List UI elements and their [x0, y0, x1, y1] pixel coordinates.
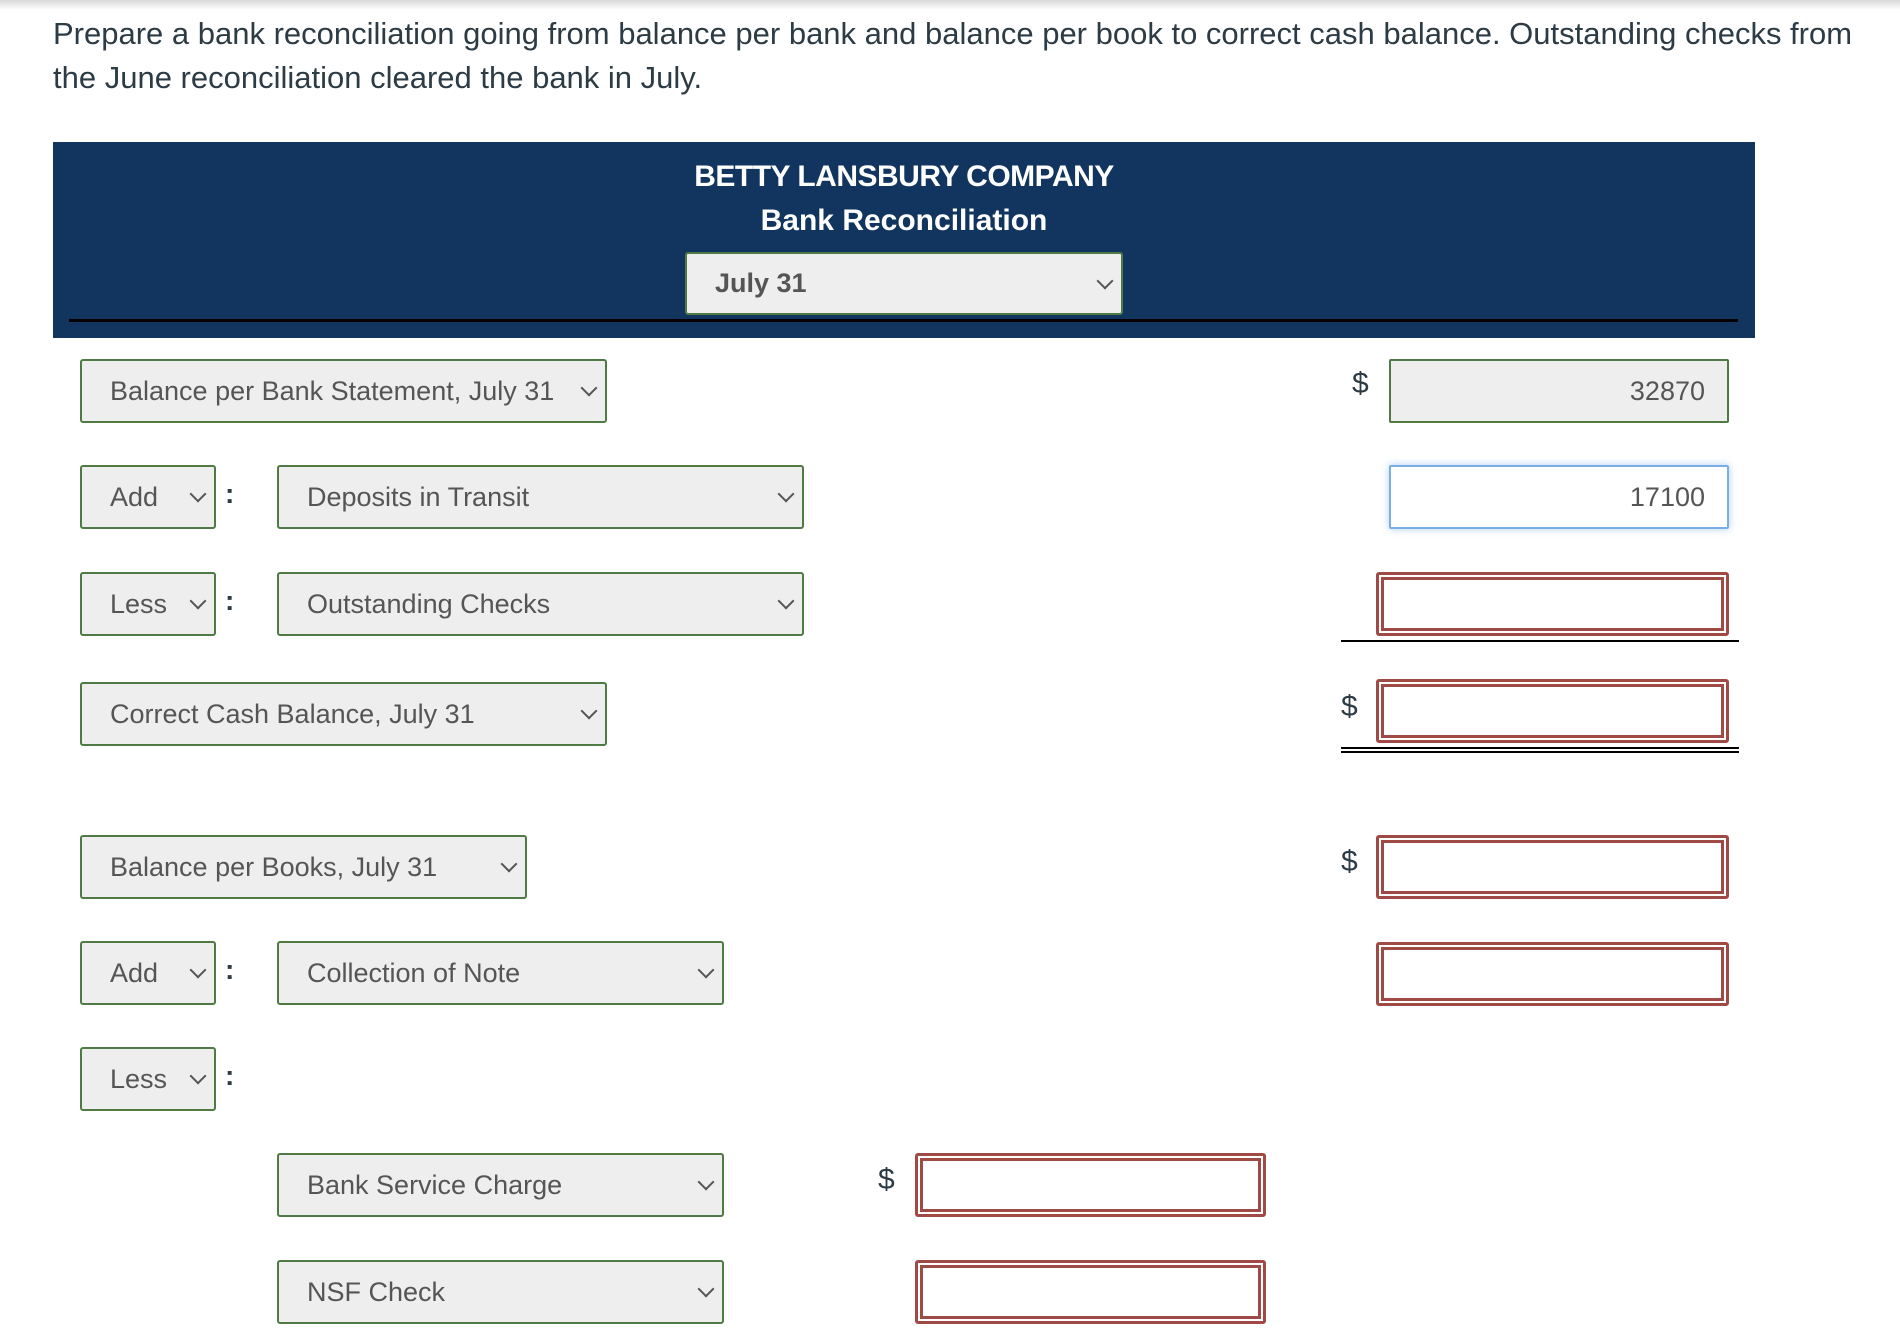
book-balance-label-select[interactable]: Balance per Books, July 31	[80, 835, 527, 899]
book-add-item: Collection of Note	[307, 957, 521, 988]
colon-separator: :	[225, 954, 235, 985]
chevron-down-icon	[189, 485, 207, 503]
bank-less-item: Outstanding Checks	[307, 588, 551, 619]
dollar-sign: $	[1352, 367, 1369, 400]
chevron-down-icon	[580, 702, 598, 720]
book-less-operator-select[interactable]: Less	[80, 1047, 216, 1111]
subtotal-underline	[1341, 640, 1739, 642]
book-less-item-label: NSF Check	[307, 1276, 446, 1307]
correct-cash-label: Correct Cash Balance, July 31	[110, 698, 475, 729]
bank-balance-label: Balance per Bank Statement, July 31	[110, 375, 555, 406]
chevron-down-icon	[189, 592, 207, 610]
book-add-amount-input[interactable]	[1376, 942, 1729, 1006]
company-name: BETTY LANSBURY COMPANY	[694, 160, 1114, 193]
bank-add-item-select[interactable]: Deposits in Transit	[277, 465, 804, 529]
dollar-sign: $	[878, 1163, 895, 1196]
bank-less-operator: Less	[110, 588, 168, 619]
dollar-sign: $	[1341, 845, 1358, 878]
book-less-amount-input[interactable]	[915, 1153, 1266, 1217]
bank-balance-label-select[interactable]: Balance per Bank Statement, July 31	[80, 359, 607, 423]
chevron-down-icon	[777, 592, 795, 610]
colon-separator: :	[225, 478, 235, 509]
book-add-item-select[interactable]: Collection of Note	[277, 941, 724, 1005]
chevron-down-icon	[189, 961, 207, 979]
bank-add-operator: Add	[110, 481, 159, 512]
chevron-down-icon	[189, 1067, 207, 1085]
bank-balance-value: 32870	[1629, 375, 1705, 406]
chevron-down-icon	[697, 961, 715, 979]
header-rule	[69, 319, 1738, 322]
book-less-item-select[interactable]: Bank Service Charge	[277, 1153, 724, 1217]
date-select-value: July 31	[715, 268, 807, 298]
book-less-amount-input[interactable]	[915, 1260, 1266, 1324]
date-select[interactable]: July 31	[685, 252, 1123, 315]
statement-title: Bank Reconciliation	[760, 204, 1048, 237]
chevron-down-icon	[697, 1173, 715, 1191]
chevron-down-icon	[697, 1280, 715, 1298]
bank-add-amount-input[interactable]: 17100	[1389, 465, 1729, 529]
book-balance-label: Balance per Books, July 31	[110, 851, 438, 882]
chevron-down-icon	[500, 855, 518, 873]
chevron-down-icon	[580, 379, 598, 397]
book-balance-input[interactable]	[1376, 835, 1729, 899]
bank-less-amount-input[interactable]	[1376, 572, 1729, 636]
book-add-operator: Add	[110, 957, 159, 988]
book-less-item-label: Bank Service Charge	[307, 1169, 563, 1200]
bank-correct-cash-input[interactable]	[1376, 679, 1729, 743]
colon-separator: :	[225, 1060, 235, 1091]
bank-add-item: Deposits in Transit	[307, 481, 530, 512]
reconciliation-header: BETTY LANSBURY COMPANY Bank Reconciliati…	[53, 142, 1755, 338]
chevron-down-icon	[777, 485, 795, 503]
bank-less-operator-select[interactable]: Less	[80, 572, 216, 636]
bank-less-item-select[interactable]: Outstanding Checks	[277, 572, 804, 636]
top-shadow	[0, 0, 1900, 10]
chevron-down-icon	[1096, 272, 1114, 289]
book-add-operator-select[interactable]: Add	[80, 941, 216, 1005]
book-less-operator: Less	[110, 1063, 168, 1094]
question-prompt: Prepare a bank reconciliation going from…	[53, 16, 1853, 95]
dollar-sign: $	[1341, 690, 1358, 723]
correct-cash-label-select[interactable]: Correct Cash Balance, July 31	[80, 682, 607, 746]
bank-add-operator-select[interactable]: Add	[80, 465, 216, 529]
total-double-underline	[1341, 747, 1739, 753]
book-less-item-select[interactable]: NSF Check	[277, 1260, 724, 1324]
bank-balance-input[interactable]: 32870	[1389, 359, 1729, 423]
bank-add-amount-value: 17100	[1629, 481, 1705, 512]
colon-separator: :	[225, 585, 235, 616]
